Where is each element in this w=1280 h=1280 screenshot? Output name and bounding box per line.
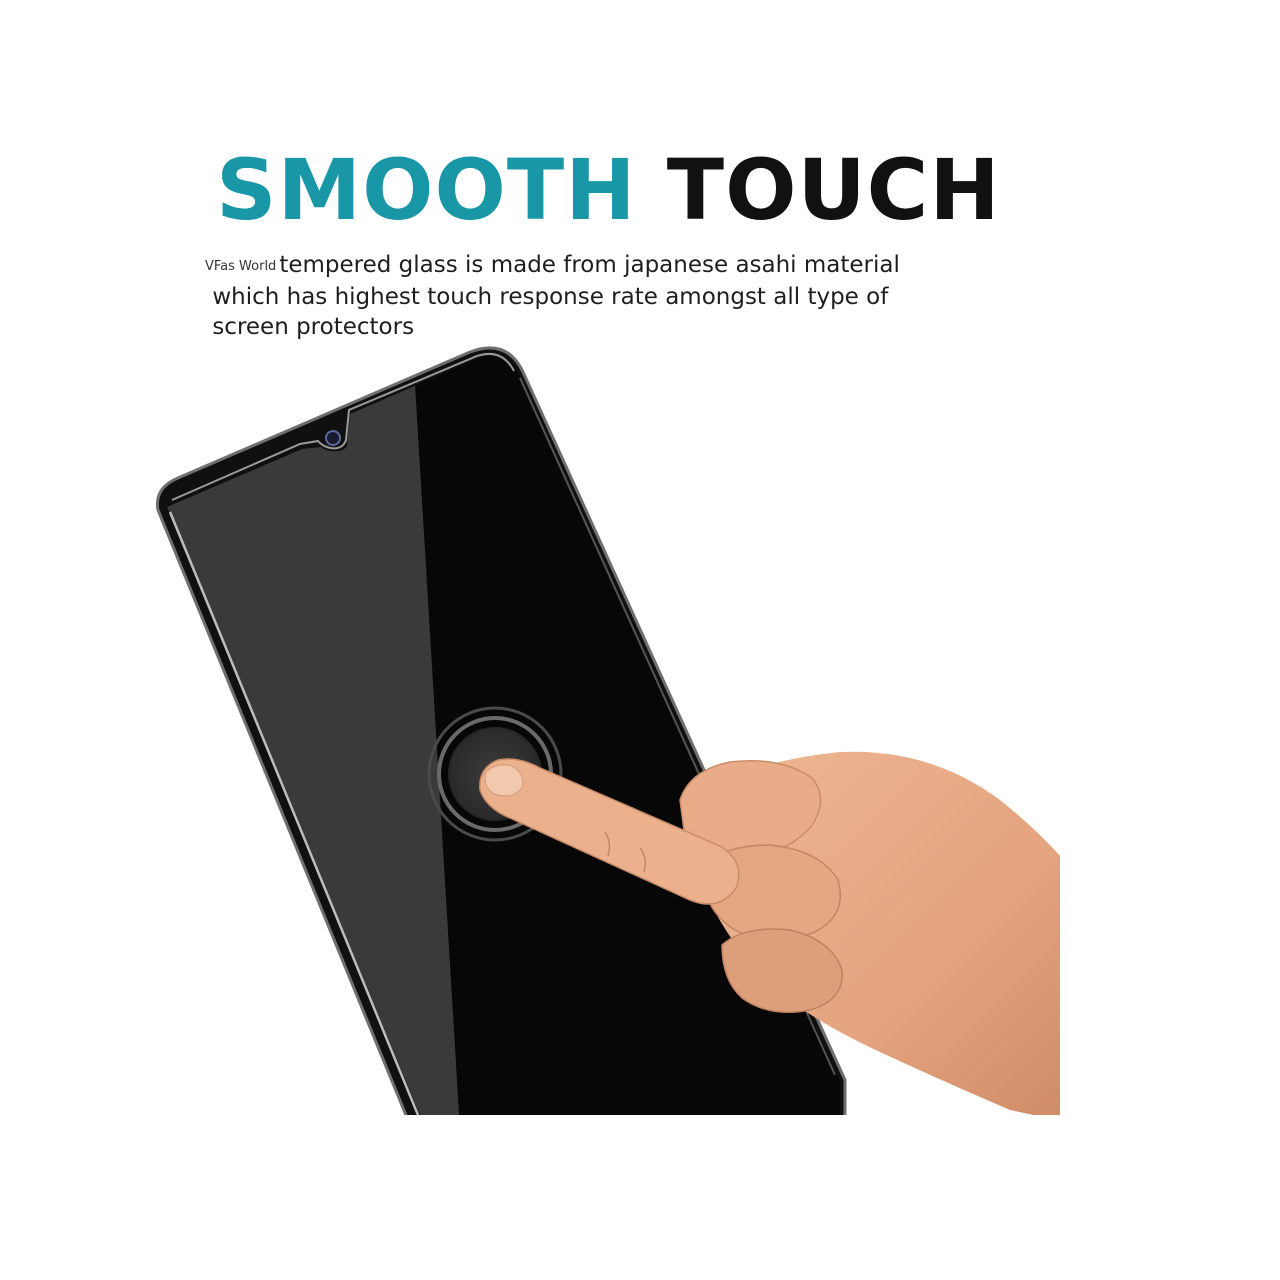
glass-reflection — [167, 385, 460, 1115]
product-banner: SMOOTH TOUCH VFas World tempered glass is… — [0, 0, 1280, 1280]
phone-touch-illustration — [155, 346, 1060, 1115]
front-camera-icon — [325, 430, 341, 446]
